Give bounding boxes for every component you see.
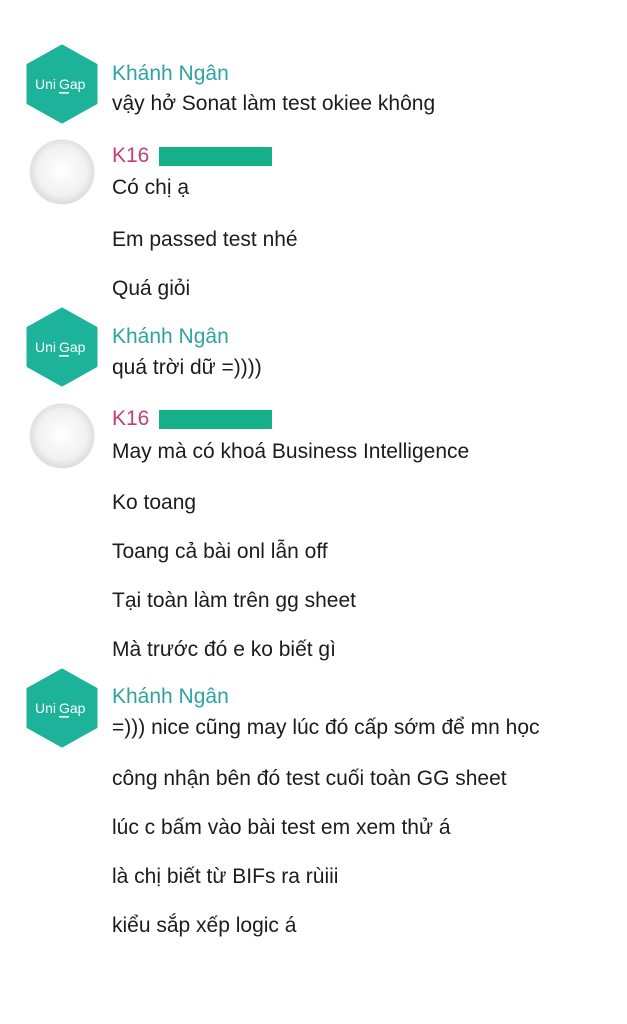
message-text: công nhận bên đó test cuối toàn GG sheet: [112, 767, 507, 790]
message-text: quá trời dữ =)))): [112, 356, 262, 379]
unigap-logo-icon: Uni Gap: [26, 668, 98, 748]
message-text: Có chị ạ: [112, 176, 190, 199]
message-text: Em passed test nhé: [112, 228, 298, 251]
profile-photo-icon: [29, 139, 95, 205]
profile-photo-icon: [29, 403, 95, 469]
message-text: là chị biết từ BIFs ra rùiii: [112, 865, 339, 888]
sender-name[interactable]: Khánh Ngân: [112, 61, 229, 87]
message-text: May mà có khoá Business Intelligence: [112, 440, 470, 463]
sender-name[interactable]: K16: [112, 406, 273, 432]
message-text: kiểu sắp xếp logic á: [112, 914, 297, 937]
svg-text:Uni: Uni: [35, 700, 56, 716]
sender-name[interactable]: K16: [112, 143, 273, 169]
message-text: vậy hở Sonat làm test okiee không: [112, 92, 436, 115]
redaction-bar: [159, 409, 273, 429]
message-text: Ko toang: [112, 491, 197, 514]
sender-name[interactable]: Khánh Ngân: [112, 684, 229, 710]
message-text: Toang cả bài onl lẫn off: [112, 540, 328, 563]
message-text: Mà trước đó e ko biết gì: [112, 638, 336, 661]
message-text: Quá giỏi: [112, 277, 191, 300]
sender-name-text: K16: [112, 407, 150, 430]
message-text: Tại toàn làm trên gg sheet: [112, 589, 356, 612]
svg-text:Gap: Gap: [59, 700, 86, 716]
message-text: lúc c bấm vào bài test em xem thử á: [112, 816, 451, 839]
avatar[interactable]: Uni Gap: [26, 668, 98, 748]
avatar[interactable]: Uni Gap: [26, 44, 98, 124]
chat-transcript: Uni Gap Khánh Ngân vậy hở Sonat làm test…: [0, 0, 627, 1024]
avatar[interactable]: [28, 138, 100, 218]
sender-name-text: K16: [112, 144, 150, 167]
unigap-logo-icon: Uni Gap: [26, 307, 98, 387]
avatar[interactable]: Uni Gap: [26, 307, 98, 387]
avatar[interactable]: [28, 402, 100, 482]
svg-text:Gap: Gap: [59, 76, 86, 92]
sender-name[interactable]: Khánh Ngân: [112, 324, 229, 350]
redaction-bar: [159, 146, 273, 166]
svg-text:Uni: Uni: [35, 76, 56, 92]
message-text: =))) nice cũng may lúc đó cấp sớm để mn …: [112, 716, 540, 739]
svg-text:Gap: Gap: [59, 339, 86, 355]
unigap-logo-icon: Uni Gap: [26, 44, 98, 124]
svg-text:Uni: Uni: [35, 339, 56, 355]
